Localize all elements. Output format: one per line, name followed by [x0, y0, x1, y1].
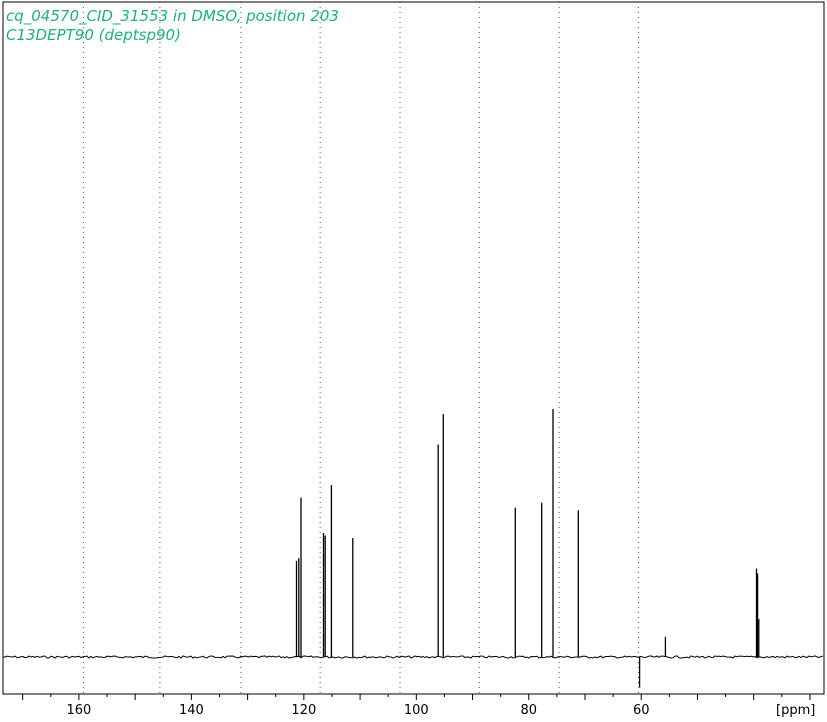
plot-frame [2, 1, 825, 695]
x-axis-ticks: 160 140 120 100 80 60 [22, 694, 811, 718]
x-axis-unit-label: [ppm] [776, 703, 815, 718]
x-tick-label: 60 [633, 703, 650, 718]
spectrum-title-line-1: cq_04570_CID_31553 in DMSO, position 203 [6, 7, 339, 26]
x-tick-label: 120 [291, 703, 316, 718]
spectrum-title-line-2: C13DEPT90 (deptsp90) [6, 26, 181, 44]
nmr-spectrum-chart: cq_04570_CID_31553 in DMSO, position 203… [2, 1, 825, 718]
x-tick-label: 160 [67, 703, 92, 718]
x-tick-label: 140 [179, 703, 204, 718]
x-tick-label: 100 [404, 703, 429, 718]
x-tick-label: 80 [521, 703, 538, 718]
